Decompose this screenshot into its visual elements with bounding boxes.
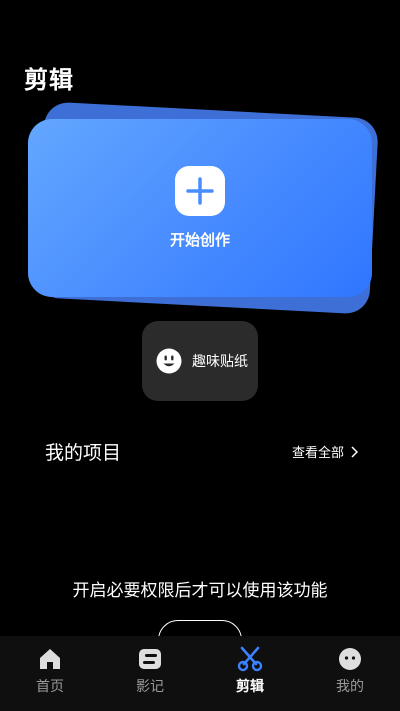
my-projects-title: 我的项目: [45, 442, 122, 464]
nav-item-edit[interactable]: 剪辑: [200, 636, 300, 711]
nav-label-edit: 剪辑: [236, 679, 264, 695]
permission-message: 开启必要权限后才可以使用该功能: [72, 581, 328, 601]
scissors-icon: [237, 646, 263, 672]
nav-label-film: 影记: [136, 679, 164, 695]
smiley-icon: [156, 348, 182, 374]
view-all-link[interactable]: 查看全部: [292, 442, 358, 461]
fun-sticker-button[interactable]: 趣味贴纸: [142, 321, 258, 401]
nav-item-me[interactable]: 我的: [300, 636, 400, 711]
start-create-label: 开始创作: [169, 231, 230, 249]
bottom-nav: 首页 影记 剪辑 我的: [0, 636, 400, 711]
nav-item-home[interactable]: 首页: [0, 636, 100, 711]
page-title: 剪辑: [24, 66, 74, 94]
start-create-card[interactable]: 开始创作: [28, 119, 372, 297]
plus-icon: [175, 166, 225, 216]
nav-item-film[interactable]: 影记: [100, 636, 200, 711]
profile-icon: [339, 648, 361, 670]
fun-sticker-label: 趣味贴纸: [192, 354, 248, 370]
film-icon: [139, 649, 161, 669]
chevron-right-icon: [351, 445, 358, 458]
view-all-label: 查看全部: [291, 446, 344, 461]
nav-label-me: 我的: [336, 679, 364, 695]
home-icon: [40, 649, 60, 669]
nav-label-home: 首页: [36, 679, 64, 695]
